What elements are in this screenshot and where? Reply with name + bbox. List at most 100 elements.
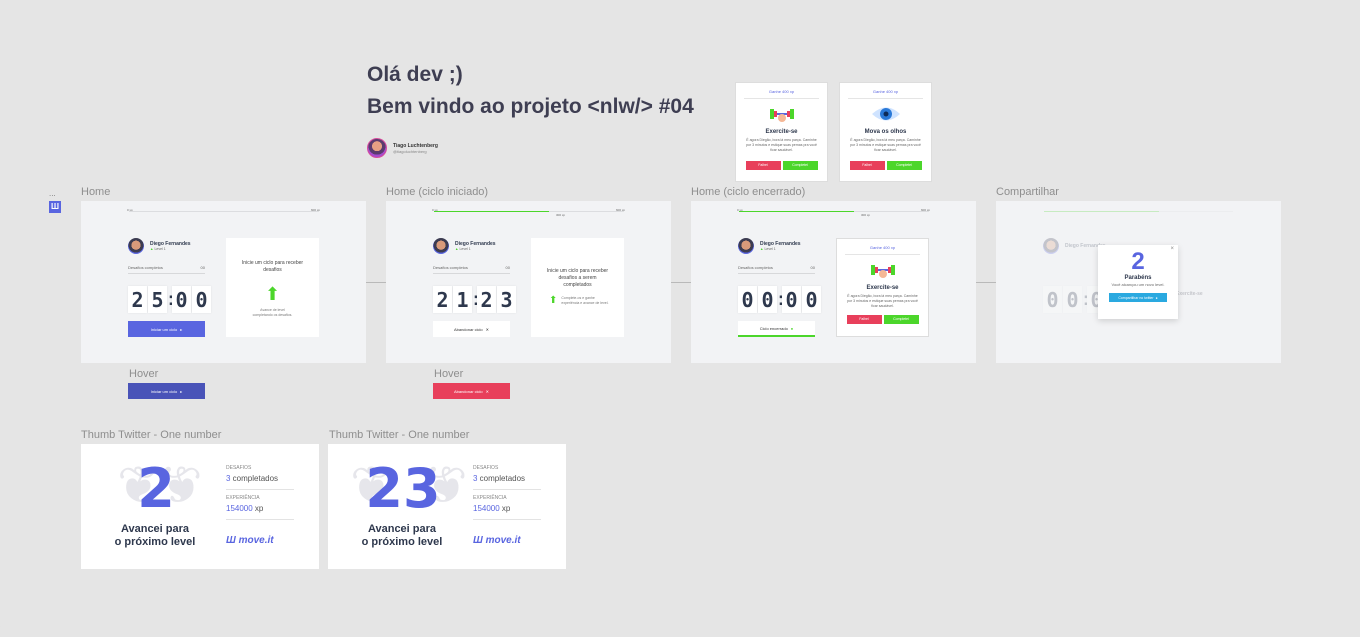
timer-digit: 2 (477, 286, 496, 313)
challenges-text: completados (230, 474, 279, 483)
figma-canvas: ... Ш Olá dev ;) Bem vindo ao projeto <n… (0, 0, 1360, 637)
hover-label: Hover (434, 368, 464, 380)
challenge-box-title: Inicie um ciclo para receber desafios (241, 260, 304, 273)
level-up-icon: ▲ (150, 247, 154, 251)
frame-label-cycle-ended[interactable]: Home (ciclo encerrado) (691, 186, 805, 198)
share-twitter-button[interactable]: Compartilhar no twitter ● (1109, 293, 1167, 302)
challenges-value: 3 completados (226, 474, 278, 483)
twitter-thumb-2[interactable]: ❦ ❦ 23 Avancei para o próximo level DESA… (328, 444, 566, 569)
advance-text-2: o próximo level (361, 536, 443, 548)
challenges-value: 3 completados (473, 474, 525, 483)
experience-value: 154000 xp (226, 504, 263, 513)
fail-button[interactable]: Falhei (745, 161, 781, 170)
challenge-title: Exercite-se (765, 129, 798, 135)
divider (473, 489, 541, 490)
challenges-label: DESAFIOS (226, 465, 252, 471)
profile: Diego Fernandes ▲ Level 1 (738, 238, 801, 254)
close-icon: ✕ (485, 326, 490, 332)
divider (226, 489, 294, 490)
moveit-brand: Ш move.it (226, 535, 274, 546)
challenge-box-hint: Complete-os e ganhe experiência e avance… (561, 295, 609, 305)
thumb-label[interactable]: Thumb Twitter - One number (81, 429, 221, 441)
frame-label-cycle-started[interactable]: Home (ciclo iniciado) (386, 186, 488, 198)
level-up-arrow-icon: ⬆ (549, 295, 558, 306)
thumb-label[interactable]: Thumb Twitter - One number (329, 429, 469, 441)
timer-colon: : (168, 289, 174, 309)
frame-label-home[interactable]: Home (81, 186, 110, 198)
timer-colon: : (778, 289, 784, 309)
challenge-box-active: Ganhe 400 xp Exercite-se É agora Diegão,… (836, 238, 929, 337)
completed-value: 00 (505, 265, 510, 270)
advance-text-1: Avancei para (120, 523, 190, 535)
countdown: 2 1 : 2 3 (433, 286, 516, 313)
cycle-ended-button: Ciclo encerrado ● (738, 321, 815, 337)
challenge-desc: É agora Diegão, bora lá meu parça. Camin… (746, 138, 817, 152)
xp-current: 300 xp (861, 213, 871, 217)
frame-label-share[interactable]: Compartilhar (996, 186, 1059, 198)
xp-bar (739, 211, 928, 212)
abandon-cycle-button-hover[interactable]: Abandonar ciclo ✕ (433, 383, 510, 399)
xp-fill (1044, 211, 1160, 212)
flow-connector (671, 282, 691, 283)
complete-button[interactable]: Completei (883, 315, 919, 324)
profile-avatar (1043, 238, 1059, 254)
frame-home[interactable]: 0 xp 600 xp Diego Fernandes ▲ Level 1 De… (81, 201, 366, 363)
fail-button[interactable]: Falhei (846, 315, 882, 324)
author-block: Tiago Luchtenberg @tiagoluchtenberg (367, 138, 438, 158)
menu-dots[interactable]: ... (49, 189, 56, 198)
challenge-gain: Ganhe 400 xp (848, 83, 923, 99)
challenges-text: completados (477, 474, 526, 483)
divider (473, 519, 541, 520)
frame-share[interactable]: Diego Fernandes 0 0 : 0 Exercite-se × 2 … (996, 201, 1281, 363)
profile: Diego Fernandes ▲ Level 1 (433, 238, 496, 254)
author-name: Tiago Luchtenberg (393, 142, 438, 149)
author-avatar (367, 138, 387, 158)
fail-button[interactable]: Falhei (849, 161, 885, 170)
xp-end: 600 xp (615, 208, 625, 212)
start-cycle-button[interactable]: Iniciar um ciclo ▸ (128, 321, 205, 337)
challenge-gain: Ganhe 400 xp (744, 83, 819, 99)
profile-avatar (128, 238, 144, 254)
start-cycle-button-hover[interactable]: Iniciar um ciclo ▸ (128, 383, 205, 399)
level-up-icon: ▲ (455, 247, 459, 251)
completed-value: 00 (810, 265, 815, 270)
abandon-cycle-label: Abandonar ciclo (453, 388, 483, 394)
greeting-line-2: Bem vindo ao projeto <nlw/> #04 (367, 95, 694, 118)
experience-unit: xp (499, 504, 511, 513)
frame-cycle-started[interactable]: 0 xp 600 xp 300 xp Diego Fernandes ▲ Lev… (386, 201, 671, 363)
dumbbell-icon (837, 259, 928, 281)
profile: Diego Fernandes ▲ Level 1 (128, 238, 191, 254)
moveit-logo-icon: Ш (473, 535, 483, 546)
xp-fill (739, 211, 855, 212)
level-number: 23 (365, 457, 441, 520)
abandon-cycle-button[interactable]: Abandonar ciclo ✕ (433, 321, 510, 337)
experience-label: EXPERIÊNCIA (226, 495, 260, 501)
timer-digit: 0 (1043, 286, 1062, 313)
timer-digit: 0 (192, 286, 211, 313)
moveit-logo-icon[interactable]: Ш (49, 201, 61, 213)
challenge-box-waiting: Inicie um ciclo para receber desafios a … (531, 238, 624, 337)
experience-unit: xp (252, 504, 264, 513)
frame-cycle-ended[interactable]: 0 xp 600 xp 300 xp Diego Fernandes ▲ Lev… (691, 201, 976, 363)
complete-button[interactable]: Completei (886, 161, 922, 170)
timer-digit: 2 (433, 286, 452, 313)
close-icon[interactable]: × (1170, 246, 1174, 252)
challenge-box-empty: Inicie um ciclo para receber desafios ⬆ … (226, 238, 319, 337)
completed-challenges: Desafios completos 00 (433, 265, 510, 274)
level-up-arrow-icon: ⬆ (264, 284, 281, 304)
brand-text: move.it (238, 535, 274, 546)
brand-text: move.it (485, 535, 521, 546)
timer-colon: : (1083, 289, 1089, 309)
complete-button[interactable]: Completei (782, 161, 818, 170)
xp-current: 300 xp (556, 213, 566, 217)
twitter-thumb-1[interactable]: ❦ ❦ 2 Avancei para o próximo level DESAF… (81, 444, 319, 569)
dumbbell-icon (736, 103, 827, 125)
xp-end: 600 xp (920, 208, 930, 212)
divider (226, 519, 294, 520)
countdown: 0 0 : 0 (1043, 286, 1106, 313)
experience-label: EXPERIÊNCIA (473, 495, 507, 501)
level-up-modal: × 2 Parabéns Você alcançou um novo level… (1098, 245, 1178, 319)
challenge-box-hint: Avance de level completando os desafios. (252, 308, 293, 317)
challenge-desc: É agora Diegão, bora lá meu parça. Camin… (850, 138, 921, 152)
completed-label: Desafios completos (128, 265, 163, 270)
